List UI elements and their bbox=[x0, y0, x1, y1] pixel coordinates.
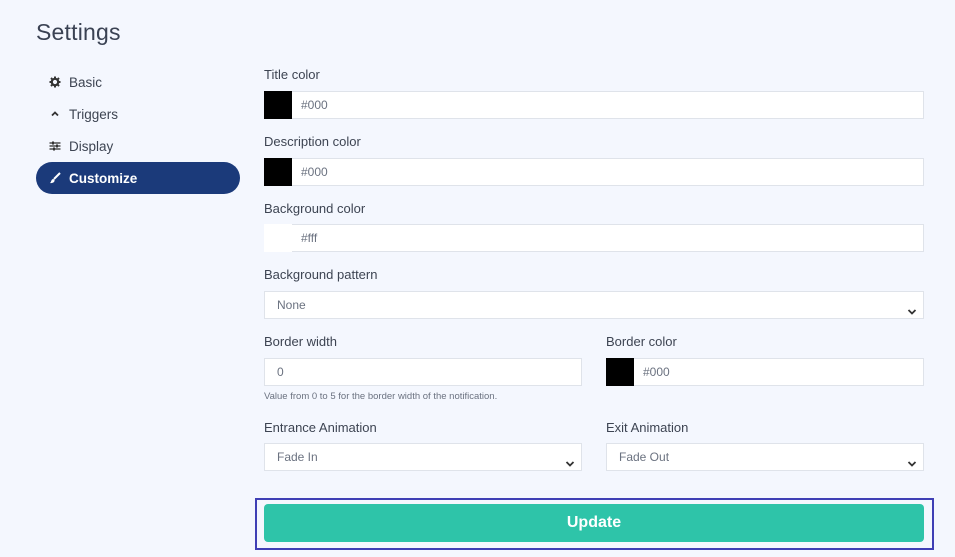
description-color-input[interactable]: #000 bbox=[292, 158, 924, 186]
sidebar-item-basic[interactable]: Basic bbox=[36, 66, 240, 98]
title-color-input[interactable]: #000 bbox=[292, 91, 924, 119]
sidebar-item-label: Triggers bbox=[69, 106, 119, 122]
sidebar-item-label: Display bbox=[69, 138, 114, 154]
background-color-input[interactable]: #fff bbox=[292, 224, 924, 252]
sidebar-item-triggers[interactable]: Triggers bbox=[36, 98, 240, 130]
paintbrush-icon bbox=[49, 172, 61, 184]
description-color-field: #000 bbox=[264, 158, 924, 186]
border-width-input[interactable]: 0 bbox=[264, 358, 582, 386]
exit-animation-select[interactable]: Fade Out bbox=[606, 443, 924, 471]
background-color-field: #fff bbox=[264, 224, 924, 252]
sidebar-item-customize[interactable]: Customize bbox=[36, 162, 240, 194]
background-color-label: Background color bbox=[264, 201, 366, 216]
border-color-label: Border color bbox=[606, 334, 677, 349]
chevron-down-icon bbox=[907, 452, 917, 467]
exit-animation-label: Exit Animation bbox=[606, 420, 689, 435]
border-width-help: Value from 0 to 5 for the border width o… bbox=[264, 391, 498, 402]
gear-icon bbox=[49, 76, 61, 88]
description-color-label: Description color bbox=[264, 134, 361, 149]
background-pattern-value: None bbox=[277, 298, 306, 312]
update-button[interactable]: Update bbox=[264, 504, 924, 542]
border-color-field: #000 bbox=[606, 358, 924, 386]
background-pattern-label: Background pattern bbox=[264, 267, 378, 282]
exit-animation-value: Fade Out bbox=[619, 450, 670, 464]
sidebar-item-display[interactable]: Display bbox=[36, 130, 240, 162]
chevron-up-icon bbox=[49, 108, 61, 120]
settings-sidebar: Basic Triggers Display Customize bbox=[36, 66, 240, 194]
entrance-animation-value: Fade In bbox=[277, 450, 318, 464]
chevron-down-icon bbox=[565, 452, 575, 467]
entrance-animation-select[interactable]: Fade In bbox=[264, 443, 582, 471]
sliders-icon bbox=[49, 140, 61, 152]
title-color-label: Title color bbox=[264, 67, 320, 82]
border-color-swatch[interactable] bbox=[606, 358, 634, 386]
border-width-label: Border width bbox=[264, 334, 337, 349]
description-color-swatch[interactable] bbox=[264, 158, 292, 186]
title-color-swatch[interactable] bbox=[264, 91, 292, 119]
entrance-animation-label: Entrance Animation bbox=[264, 420, 377, 435]
chevron-down-icon bbox=[907, 300, 917, 315]
background-color-swatch[interactable] bbox=[264, 224, 292, 252]
border-color-input[interactable]: #000 bbox=[634, 358, 924, 386]
sidebar-item-label: Customize bbox=[69, 170, 138, 186]
background-pattern-select[interactable]: None bbox=[264, 291, 924, 319]
title-color-field: #000 bbox=[264, 91, 924, 119]
sidebar-item-label: Basic bbox=[69, 74, 103, 90]
page-title: Settings bbox=[36, 19, 121, 45]
